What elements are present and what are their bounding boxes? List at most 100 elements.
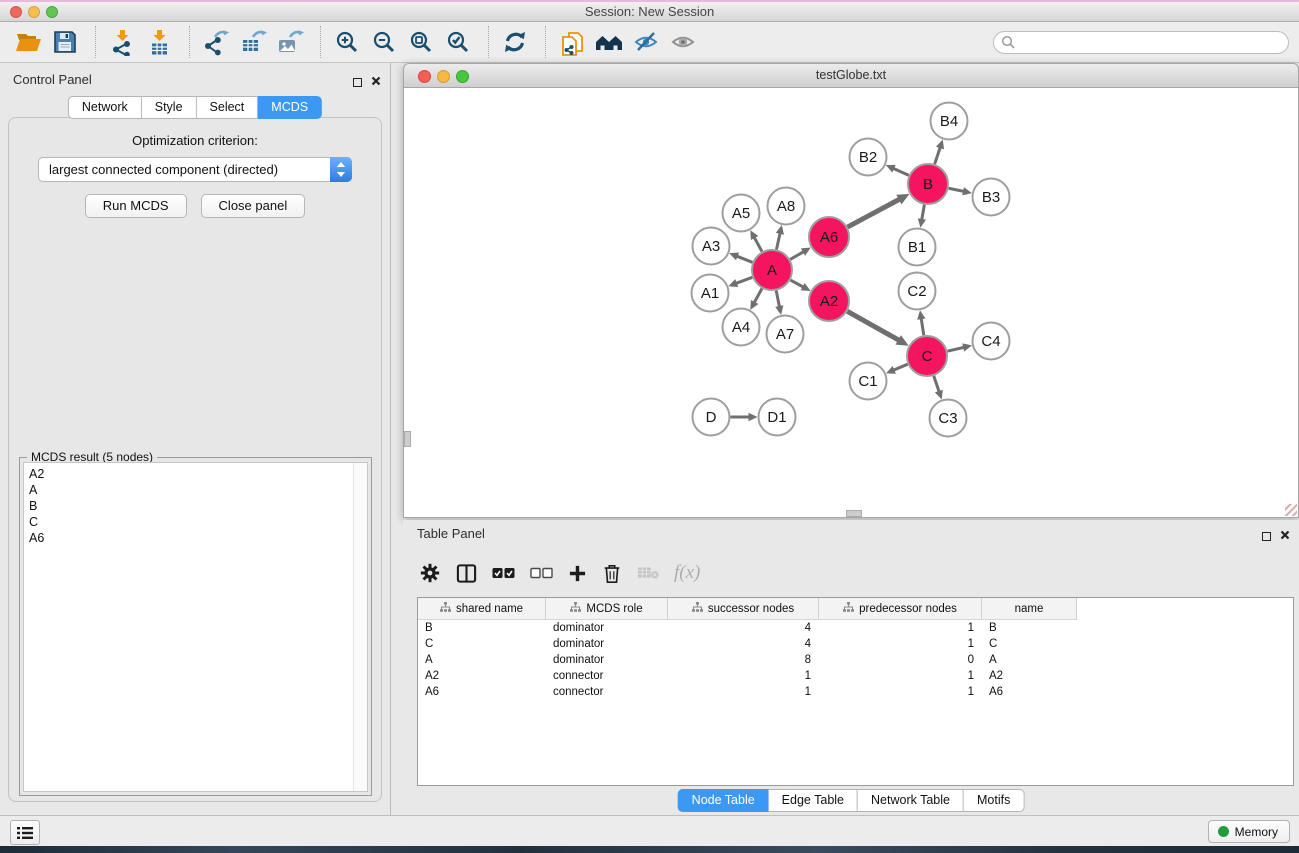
network-minimize-button[interactable] <box>437 70 450 83</box>
mcds-result-list[interactable]: A2ABCA6 <box>23 462 368 792</box>
task-history-button[interactable] <box>10 820 40 845</box>
arrowhead-icon <box>962 343 972 351</box>
edge-A-A7[interactable] <box>776 291 780 308</box>
edge-C-C2[interactable] <box>921 317 924 335</box>
edge-C-C3[interactable] <box>934 376 940 393</box>
hide-selected-icon[interactable] <box>630 26 662 58</box>
edge-B-B1[interactable] <box>922 205 925 221</box>
save-session-icon[interactable] <box>49 26 81 58</box>
edge-C-C1[interactable] <box>892 364 907 370</box>
control-panel-tabs: NetworkStyleSelectMCDS <box>68 96 322 119</box>
edge-A-A5[interactable] <box>754 236 762 251</box>
tab-network[interactable]: Network <box>68 96 142 119</box>
arrowhead-icon <box>917 310 925 320</box>
column-tree-icon <box>692 602 703 615</box>
toolbar-separator <box>95 26 97 58</box>
tab-mcds[interactable]: MCDS <box>258 96 322 119</box>
import-table-icon[interactable] <box>143 26 175 58</box>
edge-A-A6[interactable] <box>790 251 805 259</box>
result-item[interactable]: A2 <box>29 466 367 482</box>
network-from-selection-icon[interactable] <box>556 26 588 58</box>
result-item[interactable]: A6 <box>29 530 367 546</box>
memory-button[interactable]: Memory <box>1208 820 1290 843</box>
cell: 1 <box>819 670 982 682</box>
column-tree-icon <box>570 602 581 615</box>
column-header-mcds-role[interactable]: MCDS role <box>546 598 668 620</box>
float-panel-icon[interactable] <box>1262 532 1271 541</box>
network-canvas[interactable]: B4B2BB3A8A5A6A3B1AC2A1A2A4A7C4CC1DD1C3 <box>403 88 1299 518</box>
tab-select[interactable]: Select <box>197 96 259 119</box>
arrowhead-icon <box>728 279 738 287</box>
zoom-in-icon[interactable] <box>331 26 363 58</box>
zoom-selected-icon[interactable] <box>442 26 474 58</box>
table-row[interactable]: Adominator80A <box>418 652 1293 668</box>
network-zoom-button[interactable] <box>456 70 469 83</box>
search-input[interactable] <box>993 31 1289 54</box>
edge-A-A1[interactable] <box>735 277 752 283</box>
table-row[interactable]: A6connector11A6 <box>418 684 1293 700</box>
table-row[interactable]: A2connector11A2 <box>418 668 1293 684</box>
zoom-out-icon[interactable] <box>368 26 400 58</box>
column-header-predecessor-nodes[interactable]: predecessor nodes <box>819 598 982 620</box>
column-header-name[interactable]: name <box>982 598 1077 620</box>
edge-A6-B[interactable] <box>848 199 901 227</box>
tab-network-table[interactable]: Network Table <box>858 789 964 812</box>
network-view-titlebar[interactable]: testGlobe.txt <box>403 63 1299 88</box>
show-all-icon[interactable] <box>667 26 699 58</box>
add-column-icon[interactable] <box>568 564 587 583</box>
table-row[interactable]: Cdominator41C <box>418 636 1293 652</box>
result-item[interactable]: B <box>29 498 367 514</box>
result-scrollbar[interactable] <box>353 463 367 791</box>
deselect-all-icon[interactable] <box>530 567 553 579</box>
column-header-successor-nodes[interactable]: successor nodes <box>668 598 819 620</box>
first-neighbors-icon[interactable] <box>593 26 625 58</box>
search-field-wrap <box>993 31 1289 54</box>
delete-column-icon[interactable] <box>602 563 622 584</box>
edge-B-B4[interactable] <box>935 146 941 164</box>
optimization-criterion-select[interactable]: largest connected component (directed) <box>38 157 352 182</box>
close-panel-icon[interactable] <box>1280 527 1290 545</box>
gear-icon[interactable] <box>419 562 441 584</box>
tab-style[interactable]: Style <box>142 96 197 119</box>
network-close-button[interactable] <box>418 70 431 83</box>
delete-table-icon <box>637 566 659 580</box>
edge-A-A3[interactable] <box>736 256 753 263</box>
column-header-shared-name[interactable]: shared name <box>418 598 546 620</box>
run-mcds-button[interactable]: Run MCDS <box>85 194 187 218</box>
edge-B-B2[interactable] <box>892 168 909 176</box>
edge-A-A4[interactable] <box>754 288 762 303</box>
export-network-icon[interactable] <box>200 26 232 58</box>
export-image-icon[interactable] <box>274 26 306 58</box>
float-panel-icon[interactable] <box>353 78 362 87</box>
zoom-fit-icon[interactable] <box>405 26 437 58</box>
column-browser-icon[interactable] <box>456 563 477 584</box>
open-session-icon[interactable] <box>12 26 44 58</box>
cell: 8 <box>668 654 819 666</box>
horizontal-scrollbar-nub[interactable] <box>846 510 862 517</box>
resize-handle[interactable] <box>1285 504 1297 516</box>
cell: A <box>982 654 1077 666</box>
tab-node-table[interactable]: Node Table <box>678 789 769 812</box>
application-window: Session: New Session <box>0 0 1299 853</box>
tab-motifs[interactable]: Motifs <box>964 789 1024 812</box>
tab-edge-table[interactable]: Edge Table <box>769 789 858 812</box>
result-item[interactable]: A <box>29 482 367 498</box>
close-panel-button[interactable]: Close panel <box>201 194 306 218</box>
node-label: B4 <box>940 113 958 130</box>
refresh-icon[interactable] <box>499 26 531 58</box>
select-all-icon[interactable] <box>492 567 515 579</box>
node-table[interactable]: shared nameMCDS rolesuccessor nodesprede… <box>417 597 1294 786</box>
edge-A-A2[interactable] <box>790 280 804 288</box>
result-item[interactable]: C <box>29 514 367 530</box>
import-network-icon[interactable] <box>106 26 138 58</box>
edge-A-A8[interactable] <box>776 232 780 250</box>
edge-B-B3[interactable] <box>949 188 965 191</box>
export-table-icon[interactable] <box>237 26 269 58</box>
edge-C-C4[interactable] <box>947 347 965 351</box>
node-label: C4 <box>981 333 1000 350</box>
vertical-scrollbar-nub[interactable] <box>404 431 411 447</box>
table-row[interactable]: Bdominator41B <box>418 620 1293 636</box>
edge-A2-C[interactable] <box>847 311 900 341</box>
close-panel-icon[interactable] <box>371 73 381 91</box>
toolbar-separator <box>320 26 322 58</box>
